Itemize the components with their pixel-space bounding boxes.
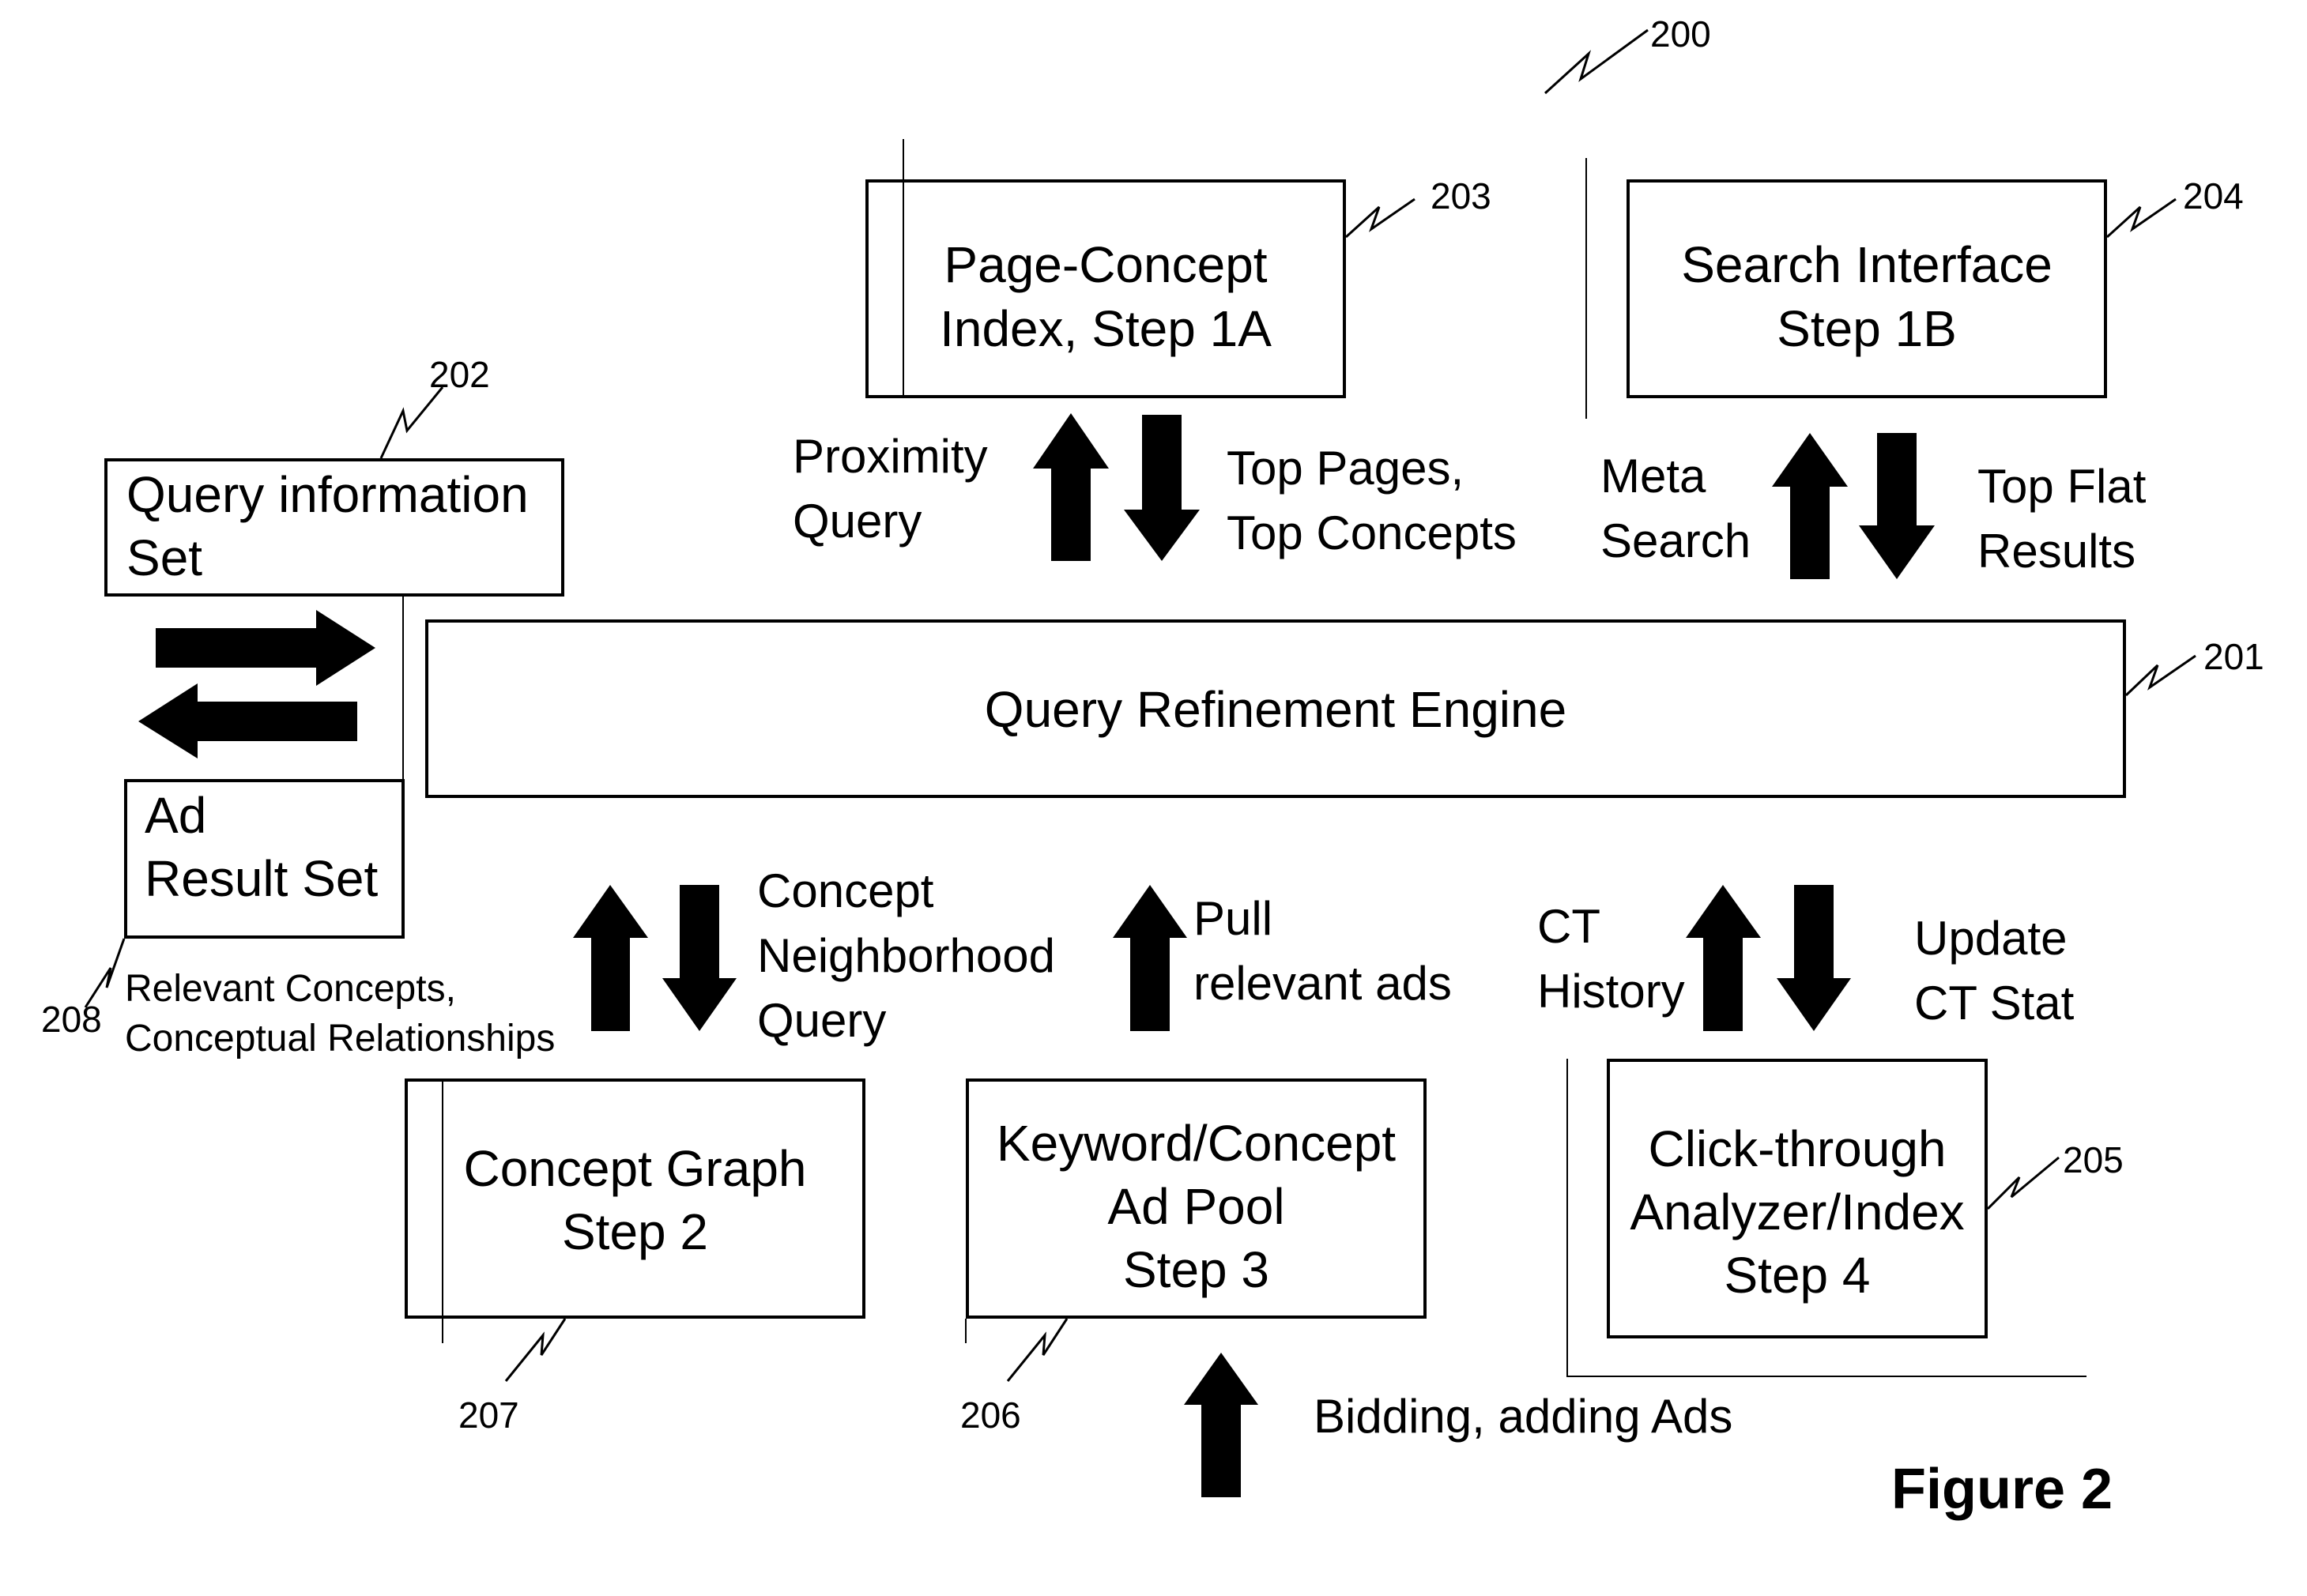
arrow-down-top-pages xyxy=(1124,415,1200,561)
concept-graph-line1: Concept Graph xyxy=(463,1140,807,1197)
search-interface-line2: Step 1B xyxy=(1777,300,1957,357)
ct-history-line2: History xyxy=(1537,965,1685,1018)
relevant-concepts-line1: Relevant Concepts, xyxy=(125,968,456,1010)
arrow-up-concept xyxy=(573,885,648,1031)
top-pages-line2: Top Concepts xyxy=(1227,506,1517,559)
concept-graph-line2: Step 2 xyxy=(561,1203,709,1260)
ref-202: 202 xyxy=(429,354,490,395)
update-ct-line2: CT Stat xyxy=(1914,977,2075,1029)
proximity-line2: Query xyxy=(793,495,922,548)
squiggle-201 xyxy=(2124,654,2196,697)
top-flat-line1: Top Flat xyxy=(1977,460,2147,513)
arrow-down-concept-neighborhood xyxy=(662,885,737,1031)
page-concept-line1: Page-Concept xyxy=(944,236,1268,293)
squiggle-203 xyxy=(1344,198,1415,239)
concept-graph-box: Concept Graph Step 2 xyxy=(405,1078,865,1319)
ref-208: 208 xyxy=(41,999,102,1040)
arrow-left-from-engine xyxy=(138,683,357,758)
page-concept-index-box: Page-Concept Index, Step 1A xyxy=(865,179,1346,398)
ad-pool-line3: Step 3 xyxy=(1122,1241,1270,1298)
ad-result-line1: Ad xyxy=(145,787,207,844)
squiggle-205 xyxy=(1986,1156,2060,1210)
top-pages-line1: Top Pages, xyxy=(1227,442,1464,495)
engine-label: Query Refinement Engine xyxy=(984,681,1567,738)
arrow-up-meta-search xyxy=(1772,433,1848,579)
search-interface-line1: Search Interface xyxy=(1681,236,2053,293)
ad-result-set-box: Ad Result Set xyxy=(124,779,405,939)
proximity-line1: Proximity xyxy=(793,430,988,483)
squiggle-207 xyxy=(504,1318,567,1382)
meta-search-line2: Search xyxy=(1600,514,1751,567)
query-refinement-engine-box: Query Refinement Engine xyxy=(425,619,2126,798)
concept-neighborhood-line2: Neighborhood xyxy=(757,929,1055,982)
ref-201: 201 xyxy=(2203,636,2264,677)
arrow-up-ct-history xyxy=(1686,885,1761,1031)
arrow-down-top-flat xyxy=(1859,433,1935,579)
ad-pool-box: Keyword/Concept Ad Pool Step 3 xyxy=(966,1078,1427,1319)
diagram-canvas: Query Refinement Engine Page-Concept Ind… xyxy=(0,0,2307,1596)
search-interface-box: Search Interface Step 1B xyxy=(1627,179,2107,398)
query-info-line1: Query information xyxy=(126,466,529,523)
ref-207: 207 xyxy=(458,1395,519,1436)
ad-result-line2: Result Set xyxy=(145,850,379,907)
relevant-concepts-line2: Conceptual Relationships xyxy=(125,1018,556,1060)
click-through-line2: Analyzer/Index xyxy=(1630,1184,1965,1240)
click-through-box: Click-through Analyzer/Index Step 4 xyxy=(1607,1059,1988,1338)
arrow-down-update-ct xyxy=(1777,885,1851,1031)
click-through-line1: Click-through xyxy=(1648,1120,1947,1177)
concept-neighborhood-line1: Concept xyxy=(757,864,934,917)
arrow-up-pull-ads xyxy=(1113,885,1187,1031)
squiggle-204 xyxy=(2105,198,2177,239)
ref-203: 203 xyxy=(1431,175,1491,216)
top-flat-line2: Results xyxy=(1977,525,2136,578)
ad-pool-line2: Ad Pool xyxy=(1107,1178,1285,1235)
squiggle-206 xyxy=(1006,1318,1069,1382)
ref-200: 200 xyxy=(1650,13,1711,55)
ad-pool-line1: Keyword/Concept xyxy=(996,1115,1397,1172)
pull-ads-line1: Pull xyxy=(1193,892,1273,945)
ref-204: 204 xyxy=(2183,175,2244,216)
arrow-up-bidding xyxy=(1184,1353,1258,1497)
pull-ads-line2: relevant ads xyxy=(1193,957,1452,1010)
arrow-right-to-engine xyxy=(156,610,375,686)
squiggle-200 xyxy=(1544,28,1649,95)
query-information-set-box: Query information Set xyxy=(104,458,564,597)
ct-history-line1: CT xyxy=(1537,900,1600,953)
squiggle-202 xyxy=(379,386,444,459)
update-ct-line1: Update xyxy=(1914,912,2068,965)
page-concept-line2: Index, Step 1A xyxy=(940,300,1272,357)
concept-neighborhood-line3: Query xyxy=(757,994,887,1047)
meta-search-line1: Meta xyxy=(1600,450,1706,503)
figure-label: Figure 2 xyxy=(1891,1458,2113,1521)
arrow-up-proximity xyxy=(1033,413,1109,561)
bidding-label: Bidding, adding Ads xyxy=(1314,1390,1733,1443)
query-info-line2: Set xyxy=(126,529,203,586)
ref-205: 205 xyxy=(2063,1139,2124,1180)
ref-206: 206 xyxy=(960,1395,1021,1436)
click-through-line3: Step 4 xyxy=(1724,1247,1871,1304)
